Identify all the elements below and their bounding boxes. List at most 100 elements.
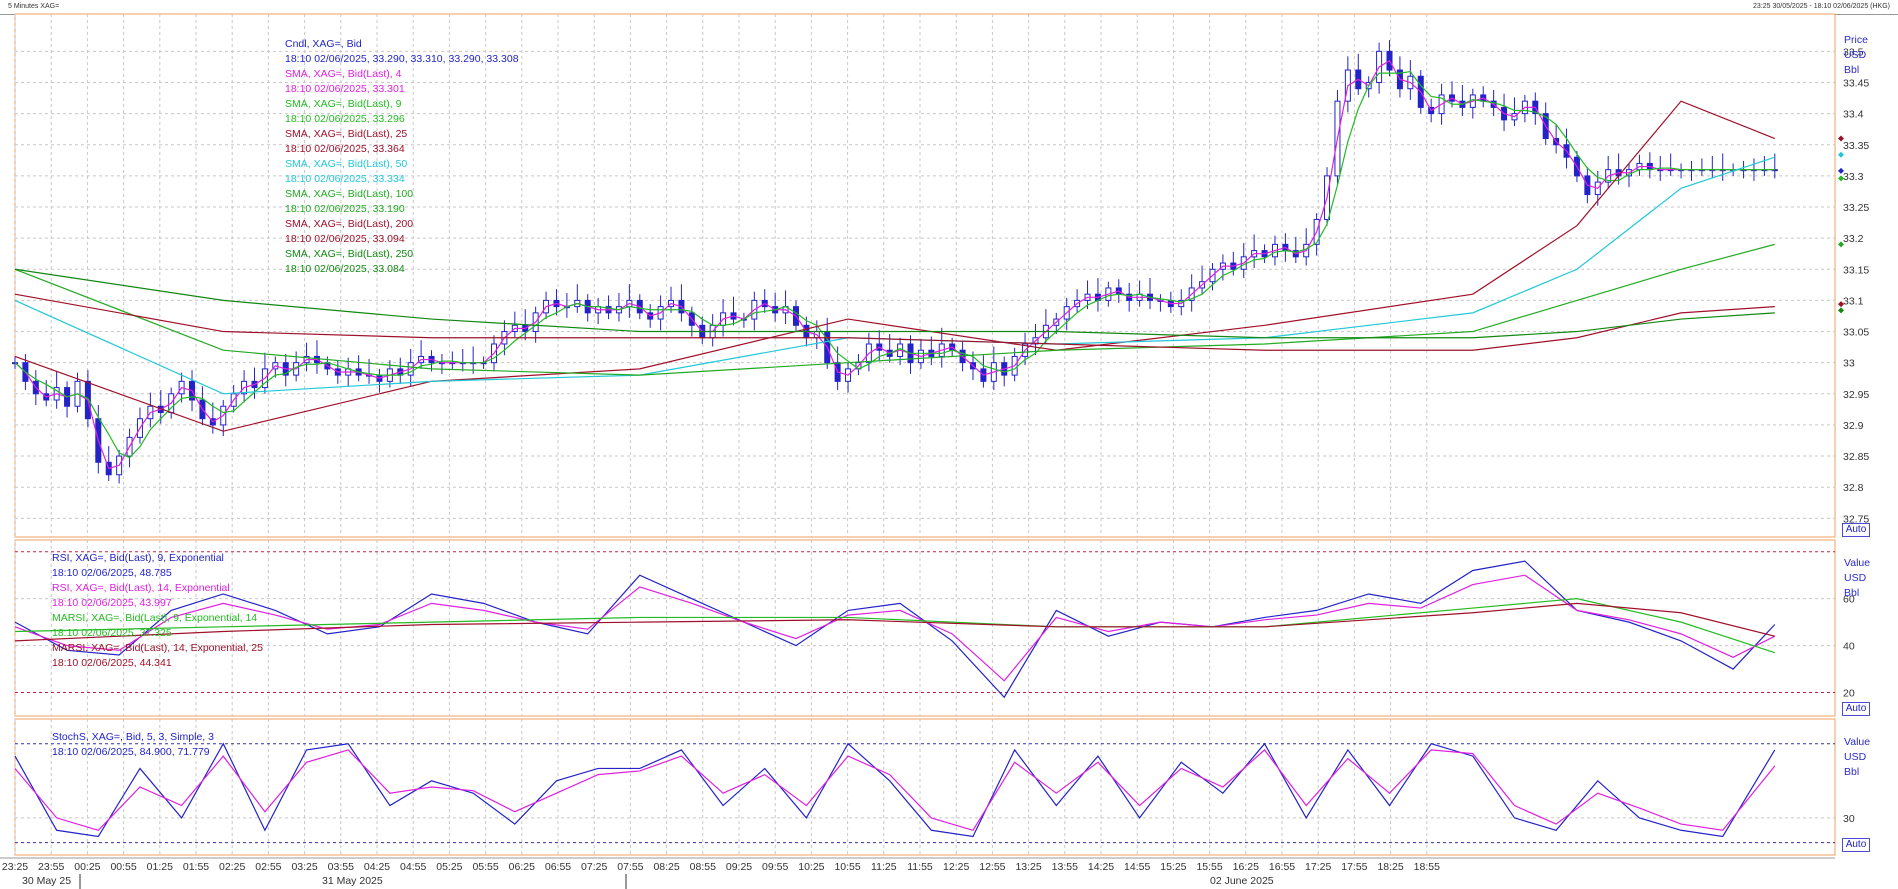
price-legend-value: 18:10 02/06/2025, 33.301 bbox=[285, 83, 405, 95]
price-y-tick: 32.8 bbox=[1843, 482, 1864, 494]
price-legend-value: 18:10 02/06/2025, 33.094 bbox=[285, 233, 405, 245]
x-tick-label: 01:25 bbox=[147, 861, 173, 873]
date-label-2: 31 May 2025 bbox=[322, 875, 383, 887]
date-label-3: 02 June 2025 bbox=[1210, 875, 1274, 887]
rsi-legend-value: 18:10 02/06/2025, 48.785 bbox=[52, 567, 172, 579]
x-tick-label: 05:25 bbox=[436, 861, 462, 873]
x-tick-label: 16:25 bbox=[1233, 861, 1259, 873]
stoch-unit-3: Bbl bbox=[1844, 766, 1860, 778]
x-tick-label: 05:55 bbox=[472, 861, 498, 873]
x-tick-label: 08:55 bbox=[690, 861, 716, 873]
stoch-legend-title: StochS, XAG=, Bid, 5, 3, Simple, 3 bbox=[52, 731, 214, 743]
price-marker bbox=[1838, 151, 1844, 158]
rsi-legend-value: 18:10 02/06/2025, 37.325 bbox=[52, 627, 172, 639]
x-tick-label: 02:25 bbox=[219, 861, 245, 873]
rsi-legend-title: RSI, XAG=, Bid(Last), 14, Exponential bbox=[52, 582, 230, 594]
price-legend-value: 18:10 02/06/2025, 33.364 bbox=[285, 143, 405, 155]
x-tick-label: 02:55 bbox=[255, 861, 281, 873]
stoch-legend-value: 18:10 02/06/2025, 84.900, 71.779 bbox=[52, 746, 210, 758]
price-legend-title: SMA, XAG=, Bid(Last), 50 bbox=[285, 158, 407, 170]
price-y-tick: 33.05 bbox=[1843, 327, 1869, 339]
x-tick-label: 18:55 bbox=[1414, 861, 1440, 873]
rsi-legend-title: MARSI, XAG=, Bid(Last), 9, Exponential, … bbox=[52, 612, 257, 624]
x-tick-label: 13:55 bbox=[1052, 861, 1078, 873]
x-tick-label: 08:25 bbox=[653, 861, 679, 873]
rsi-auto-button[interactable]: Auto bbox=[1842, 702, 1870, 716]
rsi-legend-title: RSI, XAG=, Bid(Last), 9, Exponential bbox=[52, 552, 224, 564]
rsi-legend-value: 18:10 02/06/2025, 43.997 bbox=[52, 597, 172, 609]
price-legend-title: SMA, XAG=, Bid(Last), 9 bbox=[285, 98, 402, 110]
rsi-legend-title: MARSI, XAG=, Bid(Last), 14, Exponential,… bbox=[52, 642, 263, 654]
x-tick-label: 14:25 bbox=[1088, 861, 1114, 873]
price-y-tick: 33.15 bbox=[1843, 264, 1869, 276]
x-tick-label: 11:55 bbox=[907, 861, 933, 873]
x-tick-label: 12:25 bbox=[943, 861, 969, 873]
price-y-tick: 33.3 bbox=[1843, 171, 1864, 183]
price-legend-value: 18:10 02/06/2025, 33.296 bbox=[285, 113, 405, 125]
price-legend-title: Cndl, XAG=, Bid bbox=[285, 38, 362, 50]
price-y-tick: 32.85 bbox=[1843, 451, 1869, 463]
rsi-unit-3: Bbl bbox=[1844, 587, 1860, 599]
x-tick-label: 00:25 bbox=[74, 861, 100, 873]
rsi-y-tick: 40 bbox=[1843, 641, 1855, 653]
x-tick-label: 12:55 bbox=[979, 861, 1005, 873]
stoch-unit-2: USD bbox=[1844, 751, 1867, 763]
x-tick-label: 23:55 bbox=[38, 861, 64, 873]
x-tick-label: 11:25 bbox=[871, 861, 897, 873]
x-tick-label: 15:25 bbox=[1160, 861, 1186, 873]
price-unit-1: Price bbox=[1844, 34, 1868, 46]
price-y-tick: 33.45 bbox=[1843, 77, 1869, 89]
chart-svg[interactable]: 33.533.4533.433.3533.333.2533.233.1533.1… bbox=[0, 0, 1898, 889]
price-legend-title: SMA, XAG=, Bid(Last), 25 bbox=[285, 128, 407, 140]
x-tick-label: 13:25 bbox=[1015, 861, 1041, 873]
x-tick-label: 04:25 bbox=[364, 861, 390, 873]
x-tick-label: 04:55 bbox=[400, 861, 426, 873]
stoch-unit-1: Value bbox=[1844, 736, 1871, 748]
price-auto-button[interactable]: Auto bbox=[1842, 523, 1870, 537]
x-tick-label: 07:25 bbox=[581, 861, 607, 873]
price-y-tick: 33 bbox=[1843, 358, 1855, 370]
rsi-y-tick: 20 bbox=[1843, 688, 1855, 700]
panel-1 bbox=[14, 539, 1836, 717]
price-marker bbox=[1838, 307, 1844, 314]
x-tick-label: 09:55 bbox=[762, 861, 788, 873]
x-tick-label: 03:25 bbox=[291, 861, 317, 873]
x-tick-label: 10:55 bbox=[834, 861, 860, 873]
x-tick-label: 14:55 bbox=[1124, 861, 1150, 873]
price-legend-value: 18:10 02/06/2025, 33.084 bbox=[285, 263, 405, 275]
price-y-tick: 33.1 bbox=[1843, 295, 1864, 307]
price-legend-title: SMA, XAG=, Bid(Last), 250 bbox=[285, 248, 413, 260]
rsi-legend-value: 18:10 02/06/2025, 44.341 bbox=[52, 657, 172, 669]
price-legend-value: 18:10 02/06/2025, 33.190 bbox=[285, 203, 405, 215]
stoch-auto-button[interactable]: Auto bbox=[1842, 838, 1870, 852]
x-tick-label: 06:55 bbox=[545, 861, 571, 873]
price-y-tick: 32.9 bbox=[1843, 420, 1864, 432]
stoch-y-tick: 30 bbox=[1843, 813, 1855, 825]
price-unit-2: USD bbox=[1844, 49, 1867, 61]
price-y-tick: 33.2 bbox=[1843, 233, 1864, 245]
date-label-1: 30 May 25 bbox=[22, 875, 71, 887]
chart-window: { "window": { "title": "5 Minutes XAG=",… bbox=[0, 0, 1898, 889]
x-tick-label: 16:55 bbox=[1269, 861, 1295, 873]
x-tick-label: 01:55 bbox=[183, 861, 209, 873]
x-tick-label: 17:55 bbox=[1341, 861, 1367, 873]
x-tick-label: 23:25 bbox=[2, 861, 28, 873]
x-tick-label: 09:25 bbox=[726, 861, 752, 873]
x-tick-label: 06:25 bbox=[509, 861, 535, 873]
rsi-unit-2: USD bbox=[1844, 572, 1867, 584]
price-y-tick: 33.35 bbox=[1843, 140, 1869, 152]
price-legend-title: SMA, XAG=, Bid(Last), 100 bbox=[285, 188, 413, 200]
price-legend-title: SMA, XAG=, Bid(Last), 4 bbox=[285, 68, 402, 80]
x-tick-label: 00:55 bbox=[110, 861, 136, 873]
price-legend-value: 18:10 02/06/2025, 33.290, 33.310, 33.290… bbox=[285, 53, 519, 65]
x-tick-label: 10:25 bbox=[798, 861, 824, 873]
price-legend-value: 18:10 02/06/2025, 33.334 bbox=[285, 173, 405, 185]
x-tick-label: 15:55 bbox=[1196, 861, 1222, 873]
rsi-unit-1: Value bbox=[1844, 557, 1871, 569]
price-y-tick: 32.95 bbox=[1843, 389, 1869, 401]
x-tick-label: 17:25 bbox=[1305, 861, 1331, 873]
price-y-tick: 33.25 bbox=[1843, 202, 1869, 214]
x-tick-label: 18:25 bbox=[1377, 861, 1403, 873]
price-y-tick: 33.4 bbox=[1843, 109, 1864, 121]
price-unit-3: Bbl bbox=[1844, 64, 1860, 76]
